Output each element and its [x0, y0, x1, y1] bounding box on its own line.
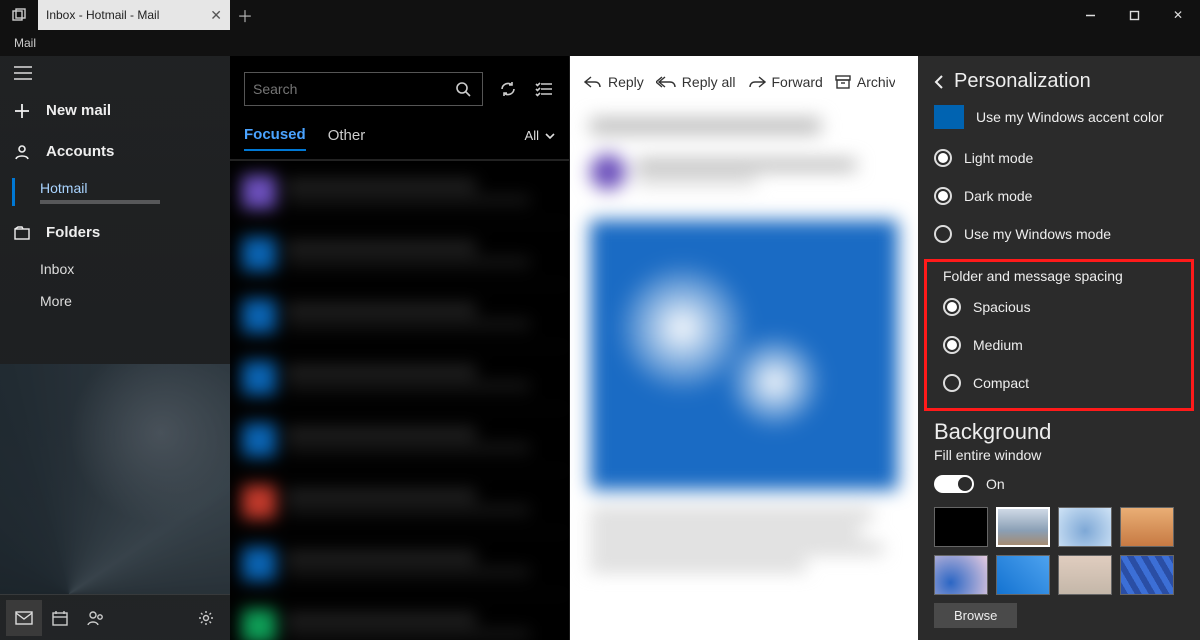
- minimize-button[interactable]: [1068, 0, 1112, 30]
- bg-thumb-5[interactable]: [996, 555, 1050, 595]
- hamburger-button[interactable]: [0, 56, 230, 90]
- spacing-highlight: Folder and message spacing Spacious Medi…: [924, 259, 1194, 411]
- forward-button[interactable]: Forward: [748, 74, 823, 90]
- new-mail-button[interactable]: New mail: [0, 90, 230, 131]
- message-list-pane: Focused Other All: [230, 56, 570, 640]
- chevron-down-icon: [545, 133, 555, 139]
- message-row[interactable]: [230, 347, 569, 409]
- settings-icon[interactable]: [188, 600, 224, 636]
- tab-focused[interactable]: Focused: [244, 120, 306, 151]
- fill-window-label: Fill entire window: [918, 447, 1200, 467]
- bg-thumb-4[interactable]: [934, 555, 988, 595]
- reply-all-button[interactable]: Reply all: [656, 74, 736, 90]
- panel-title: Personalization: [954, 70, 1091, 93]
- reply-button[interactable]: Reply: [584, 74, 644, 90]
- radio-icon: [934, 187, 952, 205]
- spacing-compact[interactable]: Compact: [927, 364, 1191, 402]
- reply-icon: [584, 76, 602, 88]
- background-thumbnails: [918, 501, 1200, 601]
- bg-thumb-7[interactable]: [1120, 555, 1174, 595]
- preview-content-blurred: [570, 98, 918, 640]
- message-row[interactable]: [230, 471, 569, 533]
- tab-title: Inbox - Hotmail - Mail: [46, 8, 159, 22]
- app-label: Mail: [0, 36, 230, 50]
- message-row[interactable]: [230, 223, 569, 285]
- folders-header[interactable]: Folders: [0, 212, 230, 253]
- forward-icon: [748, 76, 766, 88]
- mode-dark[interactable]: Dark mode: [918, 177, 1200, 215]
- accent-color-option[interactable]: Use my Windows accent color: [918, 99, 1200, 139]
- radio-selected-icon: [943, 374, 961, 392]
- radio-icon: [934, 149, 952, 167]
- reply-all-icon: [656, 76, 676, 88]
- filter-dropdown[interactable]: All: [525, 128, 555, 143]
- folders-label: Folders: [46, 224, 100, 241]
- add-tab-button[interactable]: ＋: [230, 0, 260, 30]
- message-list-blurred: [230, 161, 569, 640]
- bg-thumb-0[interactable]: [934, 507, 988, 547]
- account-email-placeholder: [40, 200, 160, 204]
- multitask-icon[interactable]: [0, 8, 38, 22]
- fill-window-toggle[interactable]: [934, 475, 974, 493]
- archive-icon: [835, 75, 851, 89]
- spacing-label: Folder and message spacing: [927, 262, 1191, 288]
- accent-swatch: [934, 105, 964, 129]
- mail-icon[interactable]: [6, 600, 42, 636]
- personalization-panel: Personalization Use my Windows accent co…: [918, 56, 1200, 640]
- folder-more[interactable]: More: [0, 285, 230, 317]
- archive-button[interactable]: Archive: [835, 74, 895, 90]
- close-window-button[interactable]: ✕: [1156, 0, 1200, 30]
- mode-windows[interactable]: Use my Windows mode: [918, 215, 1200, 253]
- bg-thumb-1[interactable]: [996, 507, 1050, 547]
- spacing-medium[interactable]: Medium: [927, 326, 1191, 364]
- folder-inbox[interactable]: Inbox: [0, 253, 230, 285]
- people-icon[interactable]: [78, 600, 114, 636]
- bg-thumb-2[interactable]: [1058, 507, 1112, 547]
- tab-other[interactable]: Other: [328, 121, 366, 150]
- preview-pane: Reply Reply all Forward Archive: [570, 56, 918, 640]
- window-tab[interactable]: Inbox - Hotmail - Mail ✕: [38, 0, 230, 30]
- new-mail-label: New mail: [46, 102, 111, 119]
- message-row[interactable]: [230, 161, 569, 223]
- maximize-button[interactable]: [1112, 0, 1156, 30]
- search-input[interactable]: [253, 81, 452, 97]
- person-icon: [14, 144, 30, 160]
- sync-icon[interactable]: [497, 80, 519, 98]
- sidebar: New mail Accounts Hotmail Folders Inbox: [0, 56, 230, 640]
- radio-icon: [943, 298, 961, 316]
- plus-icon: [14, 103, 30, 119]
- message-row[interactable]: [230, 533, 569, 595]
- search-box[interactable]: [244, 72, 483, 106]
- browse-button[interactable]: Browse: [934, 603, 1017, 628]
- title-bar: Inbox - Hotmail - Mail ✕ ＋ ✕: [0, 0, 1200, 30]
- bg-thumb-3[interactable]: [1120, 507, 1174, 547]
- message-row[interactable]: [230, 409, 569, 471]
- account-name: Hotmail: [40, 180, 87, 196]
- spacing-spacious[interactable]: Spacious: [927, 288, 1191, 326]
- accounts-header[interactable]: Accounts: [0, 131, 230, 172]
- background-heading: Background: [918, 413, 1200, 447]
- toggle-state: On: [986, 476, 1005, 492]
- folder-icon: [14, 226, 30, 240]
- bg-thumb-6[interactable]: [1058, 555, 1112, 595]
- accounts-label: Accounts: [46, 143, 114, 160]
- select-mode-icon[interactable]: [533, 81, 555, 97]
- close-tab-icon[interactable]: ✕: [210, 7, 222, 24]
- message-row[interactable]: [230, 285, 569, 347]
- message-row[interactable]: [230, 595, 569, 640]
- radio-selected-icon: [934, 225, 952, 243]
- back-icon[interactable]: [934, 75, 944, 89]
- radio-icon: [943, 336, 961, 354]
- account-hotmail[interactable]: Hotmail: [0, 172, 230, 212]
- mode-light[interactable]: Light mode: [918, 139, 1200, 177]
- calendar-icon[interactable]: [42, 600, 78, 636]
- search-icon[interactable]: [452, 81, 474, 97]
